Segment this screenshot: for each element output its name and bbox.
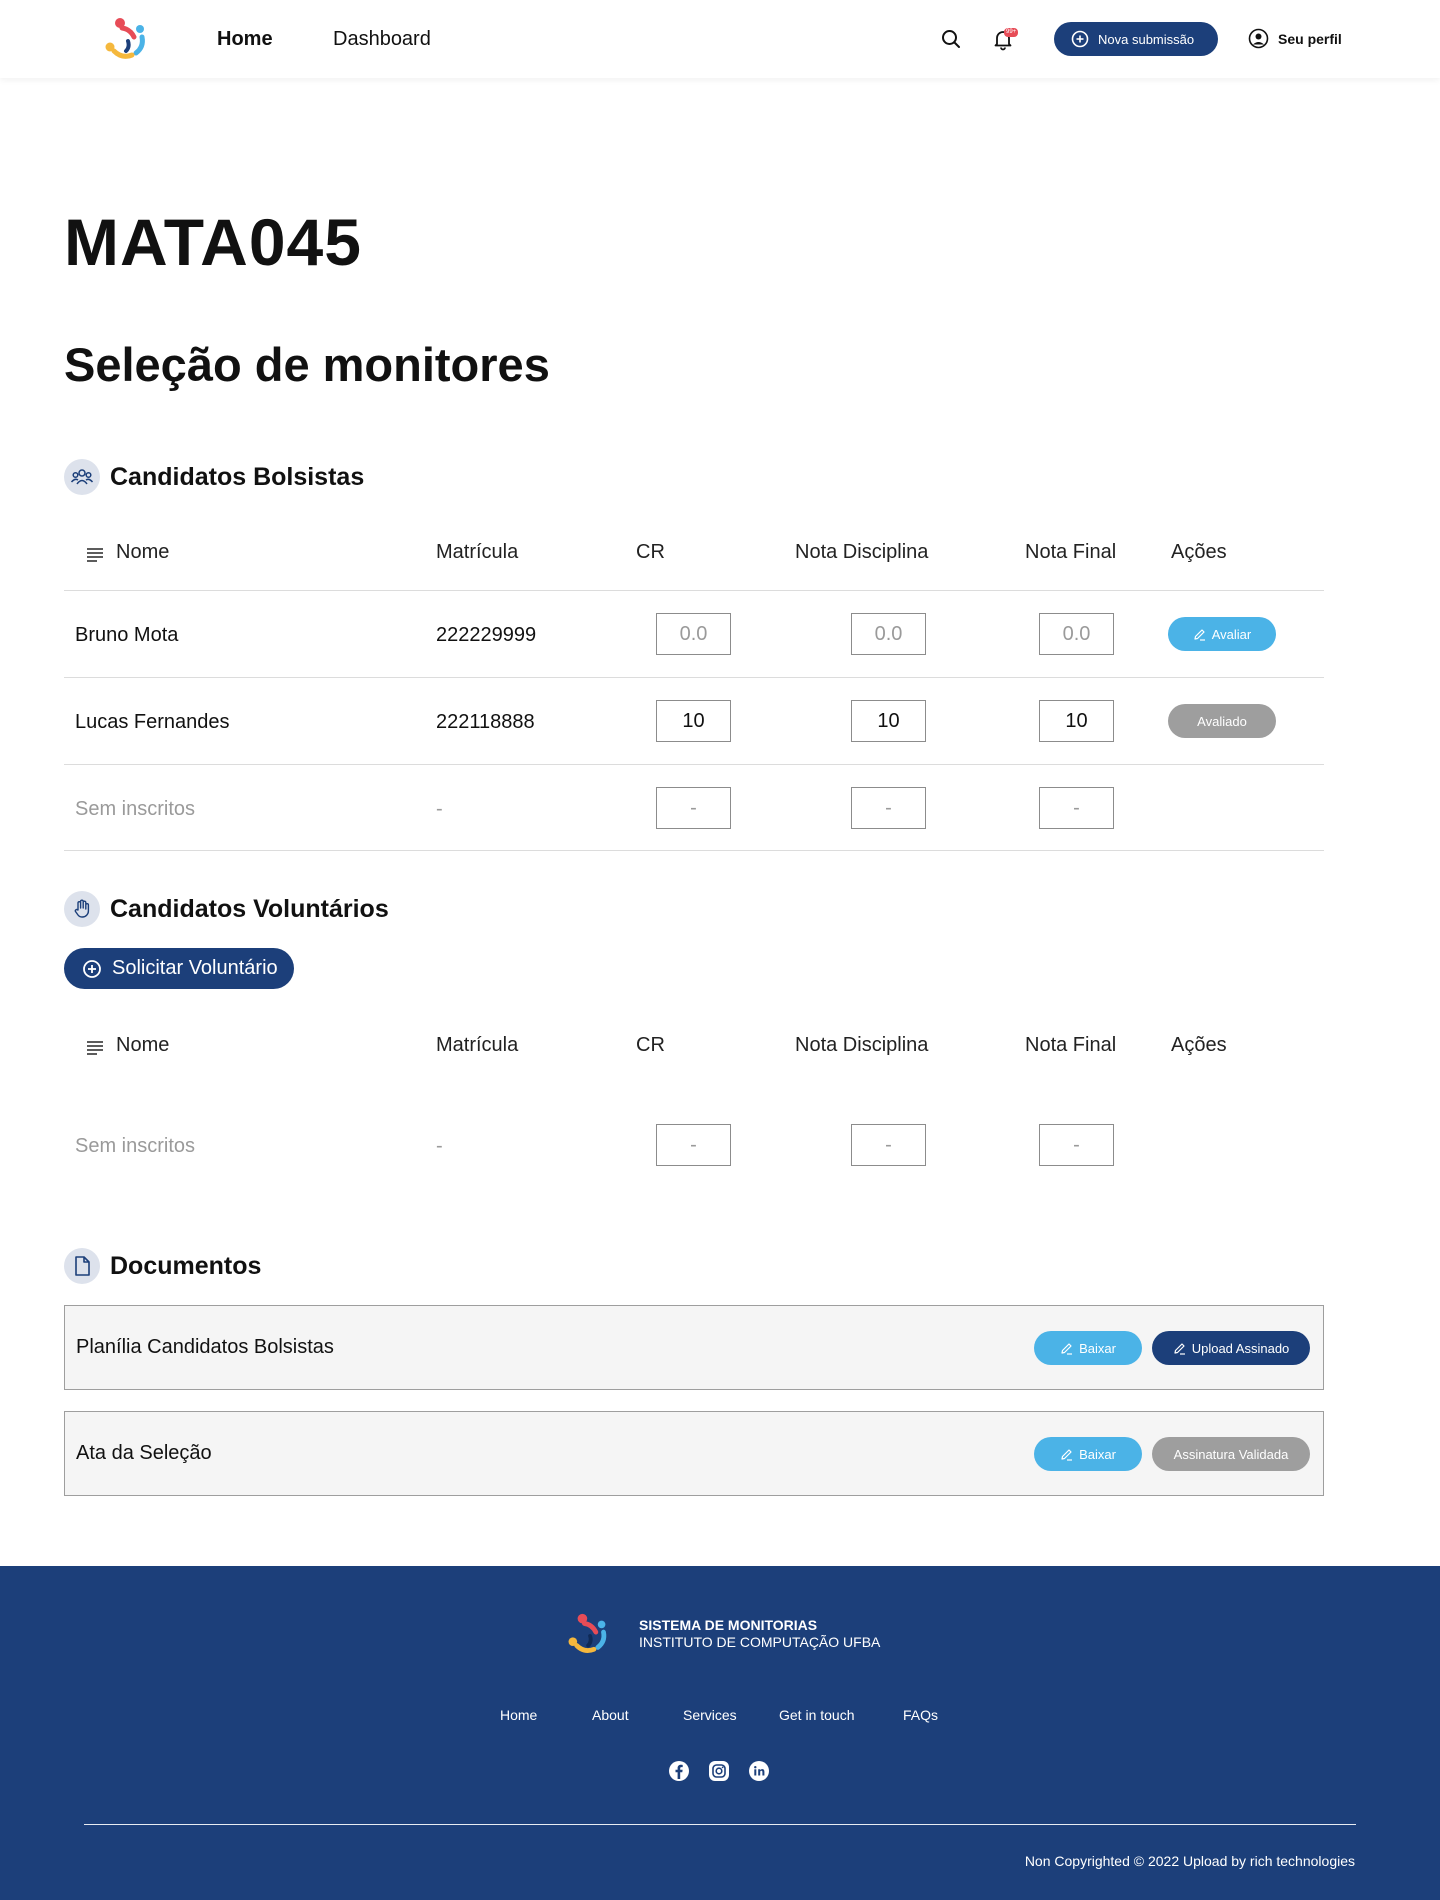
footer-link-services[interactable]: Services <box>683 1707 737 1723</box>
sort-lines-icon[interactable] <box>86 1039 104 1055</box>
empty-candidate-id: - <box>436 1135 443 1157</box>
cr-input[interactable]: 10 <box>656 700 731 742</box>
column-header-actions: Ações <box>1171 1034 1227 1056</box>
evaluated-status-button[interactable]: Avaliado <box>1168 704 1276 738</box>
empty-candidate-id: - <box>436 798 443 820</box>
download-button[interactable]: Baixar <box>1034 1331 1142 1365</box>
column-header-actions: Ações <box>1171 541 1227 563</box>
document-card: Ata da Seleção Baixar Assinatura Validad… <box>64 1411 1324 1496</box>
final-grade-input[interactable]: - <box>1039 787 1114 829</box>
facebook-icon[interactable] <box>668 1760 690 1782</box>
course-grade-input[interactable]: 0.0 <box>851 613 926 655</box>
course-code-title: MATA045 <box>64 205 362 279</box>
footer-link-faqs[interactable]: FAQs <box>903 1707 938 1723</box>
footer-copyright: Non Copyrighted © 2022 Upload by rich te… <box>1024 1853 1355 1869</box>
profile-label: Seu perfil <box>1278 30 1342 47</box>
pencil-icon <box>1194 628 1205 641</box>
candidate-id: 222229999 <box>436 624 537 646</box>
cr-input[interactable]: - <box>656 1124 731 1166</box>
cr-input[interactable]: 0.0 <box>656 613 731 655</box>
candidate-name: Lucas Fernandes <box>75 711 230 733</box>
column-header-course-grade[interactable]: Nota Disciplina <box>795 541 928 564</box>
column-header-final-grade[interactable]: Nota Final <box>1025 1034 1116 1057</box>
evaluate-button[interactable]: Avaliar <box>1168 617 1276 651</box>
download-label: Baixar <box>1079 1446 1116 1462</box>
notification-badge: 99+ <box>1004 28 1019 37</box>
document-card: Planília Candidatos Bolsistas Baixar Upl… <box>64 1305 1324 1390</box>
document-name: Planília Candidatos Bolsistas <box>76 1336 334 1358</box>
column-header-name[interactable]: Nome <box>116 541 169 564</box>
pencil-icon <box>1061 1448 1073 1461</box>
column-header-final-grade[interactable]: Nota Final <box>1025 541 1116 564</box>
linkedin-icon[interactable] <box>748 1760 770 1782</box>
column-header-cr[interactable]: CR <box>636 1034 665 1057</box>
documents-section-heading: Documentos <box>64 1248 261 1284</box>
scholarship-section-heading: Candidatos Bolsistas <box>64 459 364 495</box>
download-button[interactable]: Baixar <box>1034 1437 1142 1471</box>
nav-dashboard-link[interactable]: Dashboard <box>333 28 431 51</box>
candidate-id: 222118888 <box>436 711 535 733</box>
search-icon[interactable] <box>940 28 962 50</box>
pencil-icon <box>1061 1342 1073 1355</box>
app-logo-icon[interactable] <box>104 15 156 63</box>
column-header-cr[interactable]: CR <box>636 541 665 564</box>
sort-lines-icon[interactable] <box>86 546 104 562</box>
column-header-name[interactable]: Nome <box>116 1034 169 1057</box>
signature-validated-label: Assinatura Validada <box>1173 1446 1289 1462</box>
footer-divider <box>84 1824 1356 1825</box>
course-grade-input[interactable]: - <box>851 1124 926 1166</box>
new-submission-button[interactable]: Nova submissão <box>1054 22 1218 56</box>
evaluate-label: Avaliar <box>1211 626 1252 642</box>
footer-title: SISTEMA DE MONITORIAS <box>639 1617 818 1633</box>
column-header-course-grade[interactable]: Nota Disciplina <box>795 1034 928 1057</box>
page-title: Seleção de monitores <box>64 338 550 391</box>
group-icon <box>64 459 100 495</box>
documents-heading-label: Documentos <box>110 1251 262 1280</box>
document-icon <box>64 1248 100 1284</box>
footer-subtitle: INSTITUTO DE COMPUTAÇÃO UFBA <box>639 1634 881 1650</box>
table-row: Bruno Mota 222229999 0.0 0.0 0.0 Avaliar <box>64 590 1324 677</box>
instagram-icon[interactable] <box>708 1760 730 1782</box>
cr-input[interactable]: - <box>656 787 731 829</box>
table-row: Lucas Fernandes 222118888 10 10 10 Avali… <box>64 677 1324 764</box>
column-header-id[interactable]: Matrícula <box>436 541 518 564</box>
volunteer-heading-label: Candidatos Voluntários <box>110 894 389 923</box>
request-volunteer-label: Solicitar Voluntário <box>112 957 278 979</box>
nav-home-link[interactable]: Home <box>217 28 273 51</box>
footer-link-home[interactable]: Home <box>500 1707 537 1723</box>
evaluated-label: Avaliado <box>1197 713 1247 729</box>
final-grade-input[interactable]: 10 <box>1039 700 1114 742</box>
user-circle-icon <box>1248 28 1269 49</box>
empty-candidate-name: Sem inscritos <box>75 1135 196 1157</box>
empty-candidate-name: Sem inscritos <box>75 798 196 820</box>
new-submission-label: Nova submissão <box>1098 31 1195 47</box>
volunteer-table-header: Nome Matrícula CR Nota Disciplina Nota F… <box>64 1034 1324 1092</box>
footer-link-get-in-touch[interactable]: Get in touch <box>779 1707 855 1723</box>
final-grade-input[interactable]: 0.0 <box>1039 613 1114 655</box>
scholarship-heading-label: Candidatos Bolsistas <box>110 462 365 491</box>
top-navbar: Home Dashboard 99+ Nova submissão Seu pe… <box>0 0 1440 78</box>
upload-signed-button[interactable]: Upload Assinado <box>1152 1331 1310 1365</box>
course-grade-input[interactable]: 10 <box>851 700 926 742</box>
plus-circle-icon <box>83 959 101 978</box>
footer-link-about[interactable]: About <box>592 1707 629 1723</box>
column-header-id[interactable]: Matrícula <box>436 1034 518 1057</box>
course-grade-input[interactable]: - <box>851 787 926 829</box>
candidate-name: Bruno Mota <box>75 624 179 646</box>
download-label: Baixar <box>1079 1340 1116 1356</box>
table-row: Sem inscritos - - - - <box>64 764 1324 851</box>
document-name: Ata da Seleção <box>76 1442 212 1464</box>
app-logo-icon[interactable] <box>566 1611 618 1657</box>
request-volunteer-button[interactable]: Solicitar Voluntário <box>64 948 294 989</box>
pencil-icon <box>1174 1342 1185 1355</box>
final-grade-input[interactable]: - <box>1039 1124 1114 1166</box>
volunteer-section-heading: Candidatos Voluntários <box>64 891 389 927</box>
signature-validated-button[interactable]: Assinatura Validada <box>1152 1437 1310 1471</box>
footer: SISTEMA DE MONITORIAS INSTITUTO DE COMPU… <box>0 1566 1440 1900</box>
table-row: Sem inscritos - - - - <box>64 1102 1324 1189</box>
hand-icon <box>64 891 100 927</box>
plus-circle-icon <box>1071 30 1089 48</box>
upload-signed-label: Upload Assinado <box>1191 1340 1290 1356</box>
profile-link[interactable]: Seu perfil <box>1248 28 1342 49</box>
